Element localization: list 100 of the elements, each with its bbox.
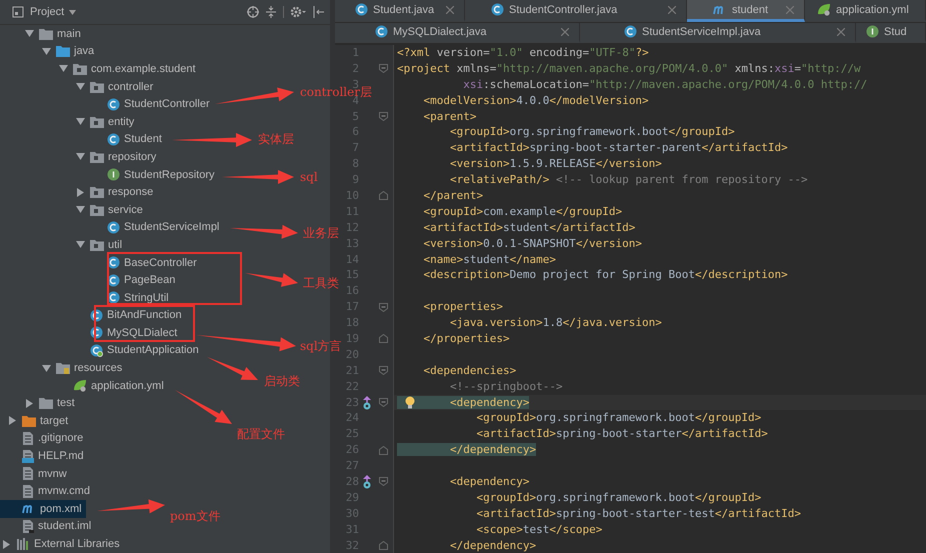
code-line: <properties> xyxy=(422,299,503,316)
class-icon xyxy=(107,274,120,287)
annotation-label: sql xyxy=(300,170,318,184)
tree-item[interactable]: StudentApplication xyxy=(0,342,203,360)
tree-item[interactable]: repository xyxy=(0,148,160,166)
file-icon xyxy=(22,432,34,445)
fold-marker-icon[interactable] xyxy=(378,366,388,376)
code-line: <artifactId>spring-boot-starter</artifactId> xyxy=(475,426,768,442)
collapse-all-icon[interactable] xyxy=(265,6,277,18)
close-icon[interactable] xyxy=(561,28,569,36)
expanded-arrow-icon[interactable] xyxy=(76,117,84,126)
folder-icon xyxy=(22,414,36,427)
code-line: <artifactId>spring-boot-starter-test</artifactId> xyxy=(475,506,801,522)
code-line: <dependency> xyxy=(448,474,530,490)
tree-item[interactable]: StudentRepository xyxy=(0,166,218,184)
tree-item[interactable]: External Libraries xyxy=(0,535,124,553)
expanded-arrow-icon[interactable] xyxy=(58,64,68,74)
package-folder-icon xyxy=(90,238,104,251)
fold-marker-icon[interactable] xyxy=(378,64,388,74)
tree-item[interactable]: java xyxy=(0,42,98,60)
expanded-arrow-icon[interactable] xyxy=(42,46,50,56)
expanded-arrow-icon[interactable] xyxy=(76,82,84,92)
annotation-arrow xyxy=(207,357,258,380)
class-icon xyxy=(107,98,120,111)
tree-item[interactable]: Student xyxy=(0,130,166,148)
code-line: <artifactId>spring-boot-starter-parent</artifactId> xyxy=(448,140,788,156)
tree-item[interactable]: student.iml xyxy=(0,518,96,536)
tree-item[interactable]: resources xyxy=(0,359,126,377)
code-line: <parent> xyxy=(422,108,476,124)
tree-item[interactable]: test xyxy=(0,394,79,412)
tree-item[interactable]: service xyxy=(0,200,147,219)
tree-item[interactable]: StudentController xyxy=(0,95,214,113)
editor-tab[interactable]: student xyxy=(687,0,805,22)
override-marker-icon[interactable] xyxy=(362,474,372,489)
tree-item[interactable]: com.example.student xyxy=(0,60,200,78)
tree-item[interactable]: response xyxy=(0,183,158,201)
close-icon[interactable] xyxy=(446,6,454,14)
annotation-arrow xyxy=(97,499,165,514)
collapsed-arrow-icon[interactable] xyxy=(24,398,34,408)
tree-item[interactable]: mvnw.cmd xyxy=(0,482,94,500)
tree-item[interactable]: pom.xml xyxy=(0,500,86,518)
file-icon xyxy=(22,484,34,498)
tree-item[interactable]: HELP.md xyxy=(0,447,88,465)
expanded-arrow-icon[interactable] xyxy=(76,205,84,214)
code-line: <groupId>org.springframework.boot</groupId> xyxy=(475,490,762,506)
hide-panel-icon[interactable] xyxy=(312,6,324,18)
caret-icon xyxy=(69,10,76,14)
lightbulb-icon[interactable] xyxy=(405,396,415,409)
target-icon[interactable] xyxy=(247,6,259,18)
settings-icon[interactable] xyxy=(290,6,306,18)
class-icon xyxy=(90,344,103,357)
collapsed-arrow-icon[interactable] xyxy=(76,188,84,197)
override-marker-icon[interactable] xyxy=(362,396,372,410)
fold-marker-icon[interactable] xyxy=(378,112,388,121)
folder-icon xyxy=(56,45,70,58)
close-icon[interactable] xyxy=(668,6,676,14)
tree-item[interactable]: BitAndFunction xyxy=(0,306,186,324)
tree-item[interactable]: .gitignore xyxy=(0,430,88,448)
folder-icon xyxy=(39,28,53,40)
annotation-label: sql方言 xyxy=(300,339,342,353)
code-line: <groupId>org.springframework.boot</groupId> xyxy=(448,124,735,140)
tree-item[interactable]: entity xyxy=(0,112,138,131)
tree-item[interactable]: StudentServiceImpl xyxy=(0,218,224,236)
tree-item[interactable]: target xyxy=(0,412,72,430)
tree-item[interactable]: PageBean xyxy=(0,271,180,289)
tree-item[interactable]: util xyxy=(0,236,126,254)
file-icon xyxy=(22,450,34,463)
fold-marker-icon[interactable] xyxy=(378,302,388,312)
code-line: <version>0.0.1-SNAPSHOT</version> xyxy=(422,236,642,252)
fold-marker-icon[interactable] xyxy=(378,446,388,455)
project-view-dropdown[interactable]: Project xyxy=(30,6,76,18)
code-line: </parent> xyxy=(422,188,484,204)
expanded-arrow-icon[interactable] xyxy=(76,240,84,250)
fold-marker-icon[interactable] xyxy=(378,191,388,200)
leaf-icon xyxy=(73,379,87,392)
expanded-arrow-icon[interactable] xyxy=(76,152,84,162)
code-line: <version>1.5.9.RELEASE</version> xyxy=(448,156,662,172)
tree-item[interactable]: mvnw xyxy=(0,464,71,482)
fold-marker-icon[interactable] xyxy=(378,541,388,550)
tree-item[interactable]: main xyxy=(0,25,85,43)
file-icon xyxy=(22,467,34,480)
tree-item[interactable]: controller xyxy=(0,78,158,96)
collapsed-arrow-icon[interactable] xyxy=(8,416,16,426)
tree-item[interactable]: StringUtil xyxy=(0,288,173,306)
fold-marker-icon[interactable] xyxy=(378,477,388,486)
close-icon[interactable] xyxy=(837,28,845,36)
tree-item[interactable]: BaseController xyxy=(0,254,201,272)
expanded-arrow-icon[interactable] xyxy=(42,364,50,373)
fold-marker-icon[interactable] xyxy=(378,334,388,344)
code-line: <modelVersion>4.0.0</modelVersion> xyxy=(422,92,649,109)
class-icon xyxy=(624,25,637,38)
tree-item[interactable]: MySQLDialect xyxy=(0,324,182,342)
collapsed-arrow-icon[interactable] xyxy=(2,540,10,549)
expanded-arrow-icon[interactable] xyxy=(24,29,34,38)
fold-marker-icon[interactable] xyxy=(378,398,388,408)
resources-folder-icon xyxy=(56,362,70,374)
tree-item[interactable]: application.yml xyxy=(0,376,168,394)
class-icon xyxy=(90,308,103,322)
code-line: <project xmlns="http://maven.apache.org/POM/4.0.0" xmlns:xsi="http://w xyxy=(396,60,861,77)
code-line: <groupId>com.example</groupId> xyxy=(422,204,622,220)
